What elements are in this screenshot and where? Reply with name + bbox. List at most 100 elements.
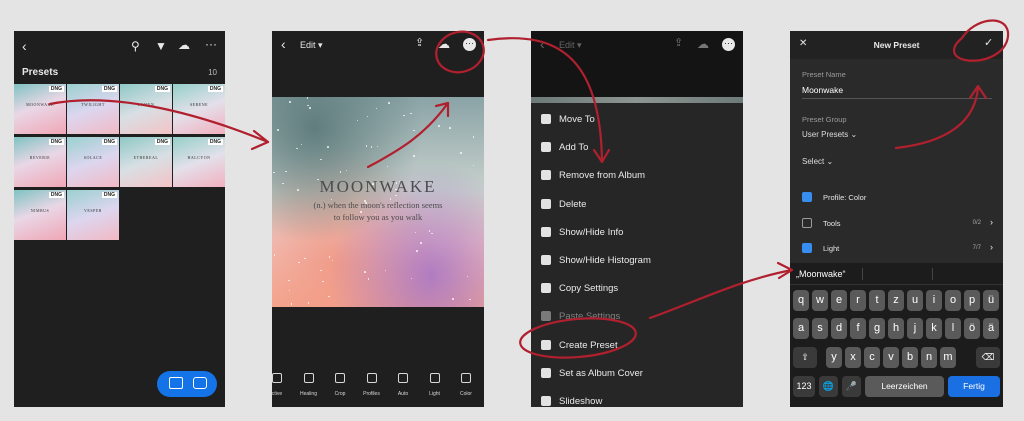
- chevron-right-icon[interactable]: ›: [990, 217, 993, 227]
- key-h[interactable]: h: [888, 318, 904, 339]
- tool-healing[interactable]: Healing: [294, 373, 324, 397]
- tool-color[interactable]: Color: [451, 373, 481, 397]
- preset-thumbnail[interactable]: DNG REVERIE: [14, 137, 66, 187]
- shift-key[interactable]: ⇧: [793, 347, 817, 368]
- add-to-album-icon[interactable]: [169, 377, 183, 389]
- share-icon[interactable]: ⇪: [415, 38, 424, 49]
- menu-item-slideshow[interactable]: Slideshow: [531, 388, 743, 407]
- menu-item-set-as-album-cover[interactable]: Set as Album Cover: [531, 360, 743, 388]
- key-b[interactable]: b: [902, 347, 918, 368]
- key-n[interactable]: n: [921, 347, 937, 368]
- key-o[interactable]: o: [945, 290, 961, 311]
- key-i[interactable]: i: [926, 290, 942, 311]
- thumbnail-label: MOONWAKE: [26, 102, 54, 107]
- preset-thumbnail[interactable]: DNG TWILIGHT: [67, 84, 119, 134]
- preset-thumbnail[interactable]: DNG ETHEREAL: [120, 137, 172, 187]
- key-e[interactable]: e: [831, 290, 847, 311]
- menu-item-label: Show/Hide Info: [559, 226, 624, 238]
- key-f[interactable]: f: [850, 318, 866, 339]
- numbers-key[interactable]: 123: [793, 376, 815, 397]
- person-search-icon[interactable]: ⚲: [131, 40, 140, 52]
- key-g[interactable]: g: [869, 318, 885, 339]
- key-q[interactable]: q: [793, 290, 809, 311]
- tool-crop[interactable]: Crop: [325, 373, 355, 397]
- preset-thumbnail[interactable]: DNG MOONWAKE: [14, 84, 66, 134]
- key-v[interactable]: v: [883, 347, 899, 368]
- menu-item-label: Set as Album Cover: [559, 367, 643, 379]
- tool-light[interactable]: Light: [420, 373, 450, 397]
- chevron-down-icon: ⌄: [826, 157, 834, 166]
- star-speck: [296, 147, 298, 150]
- more-icon[interactable]: ···: [463, 38, 476, 51]
- key-k[interactable]: k: [926, 318, 942, 339]
- key-t[interactable]: t: [869, 290, 885, 311]
- microphone-icon[interactable]: 🎤: [842, 376, 861, 397]
- preset-name-input[interactable]: Moonwake: [802, 85, 843, 95]
- key-w[interactable]: w: [812, 290, 828, 311]
- menu-item-label: Remove from Album: [559, 170, 646, 182]
- camera-icon[interactable]: [193, 377, 207, 389]
- menu-item-paste-settings[interactable]: Paste Settings: [531, 303, 743, 331]
- menu-item-delete[interactable]: Delete: [531, 191, 743, 219]
- preset-thumbnail[interactable]: DNG SOLACE: [67, 137, 119, 187]
- key-d[interactable]: d: [831, 318, 847, 339]
- more-icon[interactable]: ···: [722, 38, 735, 51]
- back-chevron-icon[interactable]: ‹: [22, 39, 27, 53]
- menu-item-add-to[interactable]: Add To: [531, 134, 743, 162]
- preset-group-select[interactable]: User Presets ⌄: [802, 130, 857, 139]
- cloud-sync-icon[interactable]: ☁: [178, 39, 190, 51]
- select-label: Select: [802, 157, 825, 166]
- more-icon[interactable]: ···: [205, 38, 217, 50]
- preset-thumbnail[interactable]: DNG VESPER: [67, 190, 119, 240]
- tool-label: Healing: [300, 391, 317, 397]
- cloud-sync-icon[interactable]: ☁: [438, 38, 450, 50]
- key-x[interactable]: x: [845, 347, 861, 368]
- key-j[interactable]: j: [907, 318, 923, 339]
- key-m[interactable]: m: [940, 347, 956, 368]
- filter-icon[interactable]: ▼: [155, 40, 167, 52]
- menu-item-create-preset[interactable]: Create Preset: [531, 332, 743, 360]
- key-p[interactable]: p: [964, 290, 980, 311]
- backspace-key[interactable]: ⌫: [976, 347, 1000, 368]
- menu-item-remove-from-album[interactable]: Remove from Album: [531, 162, 743, 190]
- key-r[interactable]: r: [850, 290, 866, 311]
- menu-item-copy-settings[interactable]: Copy Settings: [531, 275, 743, 303]
- preset-thumbnail[interactable]: DNG LUMEN: [120, 84, 172, 134]
- edit-menu[interactable]: Edit ▾: [300, 40, 323, 51]
- menu-item-show-hide-info[interactable]: Show/Hide Info: [531, 219, 743, 247]
- preset-thumbnail[interactable]: DNG HALCYON: [173, 137, 225, 187]
- tool-profiles[interactable]: Profiles: [357, 373, 387, 397]
- chevron-right-icon[interactable]: ›: [990, 242, 993, 252]
- select-dropdown[interactable]: Select ⌄: [802, 157, 833, 166]
- key-z[interactable]: z: [888, 290, 904, 311]
- return-key[interactable]: Fertig: [948, 376, 1000, 397]
- checkbox[interactable]: [802, 243, 812, 253]
- key-ü[interactable]: ü: [983, 290, 999, 311]
- key-y[interactable]: y: [826, 347, 842, 368]
- edit-menu: Edit ▾: [559, 40, 582, 50]
- back-chevron-icon[interactable]: ‹: [281, 37, 286, 51]
- key-l[interactable]: l: [945, 318, 961, 339]
- star-speck: [300, 143, 303, 146]
- add-photo-button[interactable]: [157, 371, 217, 397]
- key-ö[interactable]: ö: [964, 318, 980, 339]
- menu-item-show-hide-histogram[interactable]: Show/Hide Histogram: [531, 247, 743, 275]
- check-icon[interactable]: ✓: [984, 38, 993, 49]
- preset-thumbnail[interactable]: DNG NIMBUS: [14, 190, 66, 240]
- checkbox[interactable]: [802, 217, 812, 228]
- checkbox[interactable]: [802, 192, 812, 202]
- key-s[interactable]: s: [812, 318, 828, 339]
- globe-icon[interactable]: 🌐: [819, 376, 838, 397]
- key-u[interactable]: u: [907, 290, 923, 311]
- preset-thumbnail[interactable]: DNG SERENE: [173, 84, 225, 134]
- key-ä[interactable]: ä: [983, 318, 999, 339]
- back-chevron-icon: ‹: [540, 36, 545, 52]
- menu-item-move-to[interactable]: Move To: [531, 106, 743, 134]
- context-menu-screen: ‹ Edit ▾ ⇪ ☁ ··· Move To Add To Remove fro…: [531, 31, 743, 407]
- key-a[interactable]: a: [793, 318, 809, 339]
- tool-ctive[interactable]: ctive: [272, 373, 292, 397]
- key-c[interactable]: c: [864, 347, 880, 368]
- suggestion-item[interactable]: „Moonwake“: [796, 269, 846, 279]
- space-key[interactable]: Leerzeichen: [865, 376, 944, 397]
- tool-auto[interactable]: Auto: [388, 373, 418, 397]
